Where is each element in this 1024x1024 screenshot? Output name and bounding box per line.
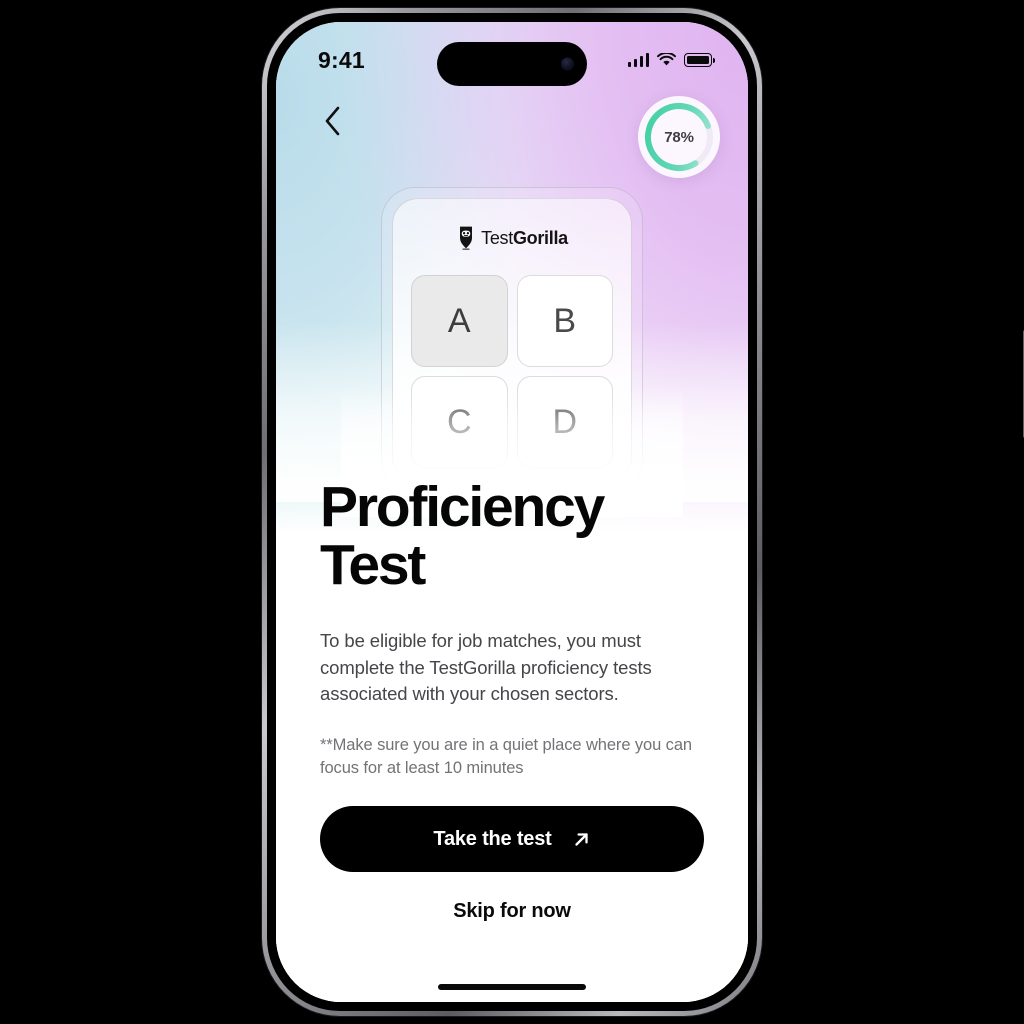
answer-option-d-label: D xyxy=(552,402,578,441)
gorilla-head-logo-icon xyxy=(460,226,473,250)
answer-option-c-label: C xyxy=(446,402,472,441)
answer-option-a[interactable]: A xyxy=(411,275,508,367)
take-the-test-label: Take the test xyxy=(433,827,552,850)
answer-options-grid: A B C D xyxy=(411,275,613,468)
wifi-icon xyxy=(657,53,676,66)
quiz-card-preview: TestGorilla A B C D xyxy=(341,187,683,517)
note-text: **Make sure you are in a quiet place whe… xyxy=(320,736,692,778)
skip-for-now-button[interactable]: Skip for now xyxy=(276,900,748,923)
status-time: 9:41 xyxy=(318,46,365,73)
quiz-card-outer: TestGorilla A B C D xyxy=(381,187,643,494)
brand-name-light: Test xyxy=(481,227,513,248)
description-text: To be eligible for job matches, you must… xyxy=(320,630,652,704)
answer-option-c[interactable]: C xyxy=(411,376,508,468)
answer-option-b[interactable]: B xyxy=(516,275,613,367)
answer-option-b-label: B xyxy=(553,301,577,340)
progress-ring[interactable]: 78% xyxy=(638,96,720,178)
front-camera-icon xyxy=(561,57,574,71)
phone-screen: 9:41 78% TestGorilla A B C D Proficiency… xyxy=(276,22,748,1002)
back-button[interactable] xyxy=(312,100,354,142)
answer-option-d[interactable]: D xyxy=(516,376,613,468)
quiz-card-inner: TestGorilla A B C D xyxy=(392,198,632,483)
home-indicator[interactable] xyxy=(438,984,586,990)
progress-percent-label: 78% xyxy=(664,128,694,146)
answer-option-a-label: A xyxy=(447,301,471,340)
page-title-line1: Proficiency xyxy=(320,475,605,539)
page-title: Proficiency Test xyxy=(320,478,704,594)
phone-device-frame: 9:41 78% TestGorilla A B C D Proficiency… xyxy=(262,8,1024,1016)
chevron-left-icon xyxy=(325,106,340,136)
cellular-signal-icon xyxy=(627,53,649,67)
arrow-up-right-icon xyxy=(574,832,588,846)
status-icon-group xyxy=(627,53,715,67)
battery-full-icon xyxy=(684,53,715,67)
testgorilla-brand: TestGorilla xyxy=(411,225,613,251)
phone-bezel: 9:41 78% TestGorilla A B C D Proficiency… xyxy=(267,13,757,1011)
dynamic-island xyxy=(437,42,587,86)
screenshot-stage: 9:41 78% TestGorilla A B C D Proficiency… xyxy=(0,0,1024,1024)
brand-wordmark: TestGorilla xyxy=(481,228,568,249)
take-the-test-button[interactable]: Take the test xyxy=(320,806,704,872)
main-content: Proficiency Test To be eligible for job m… xyxy=(276,458,748,1002)
skip-for-now-label: Skip for now xyxy=(453,900,571,922)
brand-name-bold: Gorilla xyxy=(512,227,568,248)
page-title-line2: Test xyxy=(320,533,426,598)
app-header: 78% xyxy=(276,88,748,198)
